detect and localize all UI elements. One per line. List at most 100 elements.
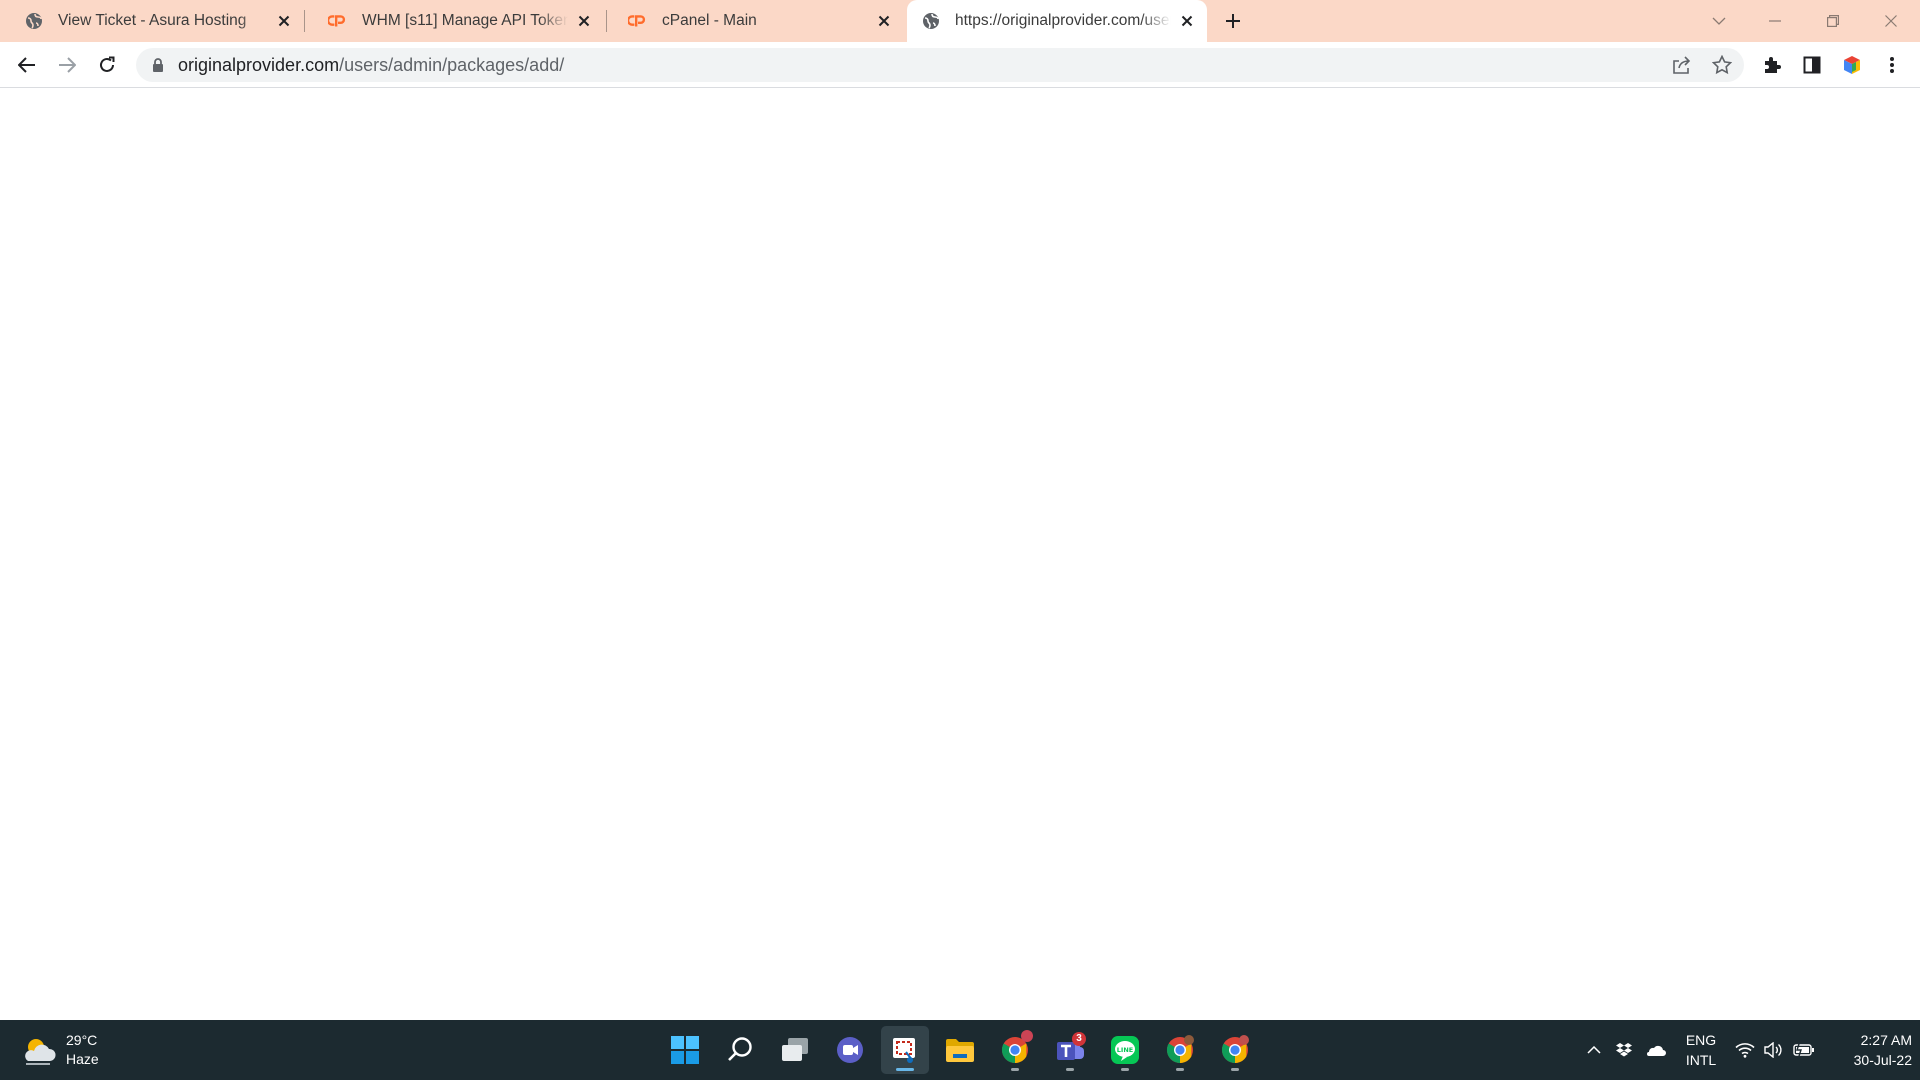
browser-toolbar: originalprovider.com/users/admin/package… xyxy=(0,42,1920,88)
running-indicator xyxy=(1231,1068,1239,1071)
weather-temp: 29°C xyxy=(66,1032,98,1048)
dropbox-icon xyxy=(1616,1043,1632,1057)
running-indicator xyxy=(1176,1068,1184,1071)
arrow-left-icon xyxy=(18,57,35,73)
globe-icon xyxy=(24,11,44,31)
reload-icon xyxy=(100,56,115,72)
colorful-cube-icon xyxy=(1844,56,1860,74)
system-clock[interactable]: 2:27 AM 30-Jul-22 xyxy=(1822,1030,1912,1070)
close-icon xyxy=(1885,15,1897,27)
tab-search-button[interactable] xyxy=(1690,0,1748,42)
chrome-button[interactable] xyxy=(991,1026,1039,1074)
tab-title: https://originalprovider.com/users/admin… xyxy=(955,12,1171,29)
chevron-down-icon xyxy=(1712,17,1726,25)
url-host: originalprovider.com xyxy=(178,55,340,75)
chrome-menu-button[interactable] xyxy=(1876,49,1908,81)
snipping-tool-button[interactable] xyxy=(881,1026,929,1074)
close-icon[interactable] xyxy=(574,11,594,31)
show-hidden-icons-button[interactable] xyxy=(1582,1020,1606,1080)
profile-extension-button[interactable] xyxy=(1836,49,1868,81)
tab-title: View Ticket - Asura Hosting xyxy=(58,12,247,29)
close-icon[interactable] xyxy=(1177,11,1197,31)
teams-chat-icon xyxy=(837,1037,863,1063)
teams-chat-button[interactable] xyxy=(826,1026,874,1074)
share-icon xyxy=(1673,56,1691,74)
windows-taskbar: 29°C Haze 3 LINE ENG INTL 2:27 AM 30-Jul… xyxy=(0,1020,1920,1080)
chrome-profile-icon xyxy=(1221,1035,1249,1064)
language-code: ENG xyxy=(1685,1032,1717,1048)
minimize-button[interactable] xyxy=(1746,0,1804,42)
clock-date: 30-Jul-22 xyxy=(1853,1052,1912,1068)
task-view-icon xyxy=(782,1038,808,1061)
share-button[interactable] xyxy=(1670,53,1694,77)
globe-icon xyxy=(921,11,941,31)
address-bar[interactable]: originalprovider.com/users/admin/package… xyxy=(136,48,1744,82)
volume-tray-button[interactable] xyxy=(1760,1020,1786,1080)
weather-widget[interactable]: 29°C Haze xyxy=(22,1028,99,1072)
tab-title: cPanel - Main xyxy=(662,12,757,29)
puzzle-icon xyxy=(1765,57,1781,73)
file-explorer-icon xyxy=(946,1039,974,1062)
windows-start-icon xyxy=(671,1036,699,1064)
keyboard-layout: INTL xyxy=(1685,1052,1717,1068)
chevron-up-icon xyxy=(1587,1046,1601,1054)
task-view-button[interactable] xyxy=(771,1026,819,1074)
tab-whm-api-tokens[interactable]: WHM [s11] Manage API Tokens - xyxy=(304,0,604,42)
close-icon[interactable] xyxy=(874,11,894,31)
chrome-profile-button[interactable] xyxy=(1156,1026,1204,1074)
lock-icon[interactable] xyxy=(150,57,166,73)
address-url[interactable]: originalprovider.com/users/admin/package… xyxy=(178,48,564,82)
new-tab-button[interactable] xyxy=(1221,9,1245,33)
line-app-button[interactable]: LINE xyxy=(1101,1026,1149,1074)
snipping-tool-icon xyxy=(893,1038,915,1063)
input-language-indicator[interactable]: ENG INTL xyxy=(1680,1030,1722,1070)
star-icon xyxy=(1712,55,1732,75)
taskbar-search-button[interactable] xyxy=(716,1026,764,1074)
chrome-profile-icon xyxy=(1166,1035,1194,1064)
battery-tray-button[interactable] xyxy=(1790,1020,1818,1080)
running-indicator xyxy=(1066,1068,1074,1071)
windows-start-button[interactable] xyxy=(661,1026,709,1074)
search-icon xyxy=(728,1037,752,1061)
cpanel-logo-icon xyxy=(628,11,648,31)
weather-haze-icon xyxy=(25,1039,56,1065)
bookmark-button[interactable] xyxy=(1710,53,1734,77)
running-indicator xyxy=(896,1068,914,1071)
onedrive-tray-button[interactable] xyxy=(1642,1020,1668,1080)
close-icon[interactable] xyxy=(274,11,294,31)
weather-condition: Haze xyxy=(66,1051,99,1067)
wifi-tray-button[interactable] xyxy=(1732,1020,1758,1080)
svg-text:LINE: LINE xyxy=(1117,1046,1133,1054)
url-path: /users/admin/packages/add/ xyxy=(339,55,565,75)
page-content-blank xyxy=(0,89,1920,1020)
side-panel-button[interactable] xyxy=(1796,49,1828,81)
minimize-icon xyxy=(1769,20,1781,22)
clock-time: 2:27 AM xyxy=(1860,1032,1912,1048)
plus-icon xyxy=(1226,14,1240,28)
restore-button[interactable] xyxy=(1804,0,1862,42)
running-indicator xyxy=(1121,1068,1129,1071)
reload-button[interactable] xyxy=(91,49,123,81)
teams-button[interactable]: 3 xyxy=(1046,1026,1094,1074)
back-button[interactable] xyxy=(11,49,43,81)
battery-charging-icon xyxy=(1793,1043,1814,1057)
running-indicator xyxy=(1011,1068,1019,1071)
tab-title: WHM [s11] Manage API Tokens - xyxy=(362,12,568,29)
browser-tab-strip: View Ticket - Asura Hosting WHM [s11] Ma… xyxy=(0,0,1920,42)
forward-button[interactable] xyxy=(51,49,83,81)
profile-avatar-badge xyxy=(1021,1030,1033,1042)
chrome-profile-button[interactable] xyxy=(1211,1026,1259,1074)
tab-originalprovider[interactable]: https://originalprovider.com/users/admin… xyxy=(907,0,1207,42)
restore-icon xyxy=(1827,15,1839,27)
dropbox-tray-button[interactable] xyxy=(1612,1020,1636,1080)
speaker-icon xyxy=(1764,1042,1782,1058)
notification-badge: 3 xyxy=(1072,1032,1086,1046)
wifi-icon xyxy=(1735,1043,1755,1058)
tab-view-ticket[interactable]: View Ticket - Asura Hosting xyxy=(0,0,304,42)
file-explorer-button[interactable] xyxy=(936,1026,984,1074)
arrow-right-icon xyxy=(59,57,76,73)
extensions-button[interactable] xyxy=(1756,49,1788,81)
close-window-button[interactable] xyxy=(1862,0,1920,42)
tab-cpanel-main[interactable]: cPanel - Main xyxy=(604,0,904,42)
cpanel-logo-icon xyxy=(328,11,348,31)
